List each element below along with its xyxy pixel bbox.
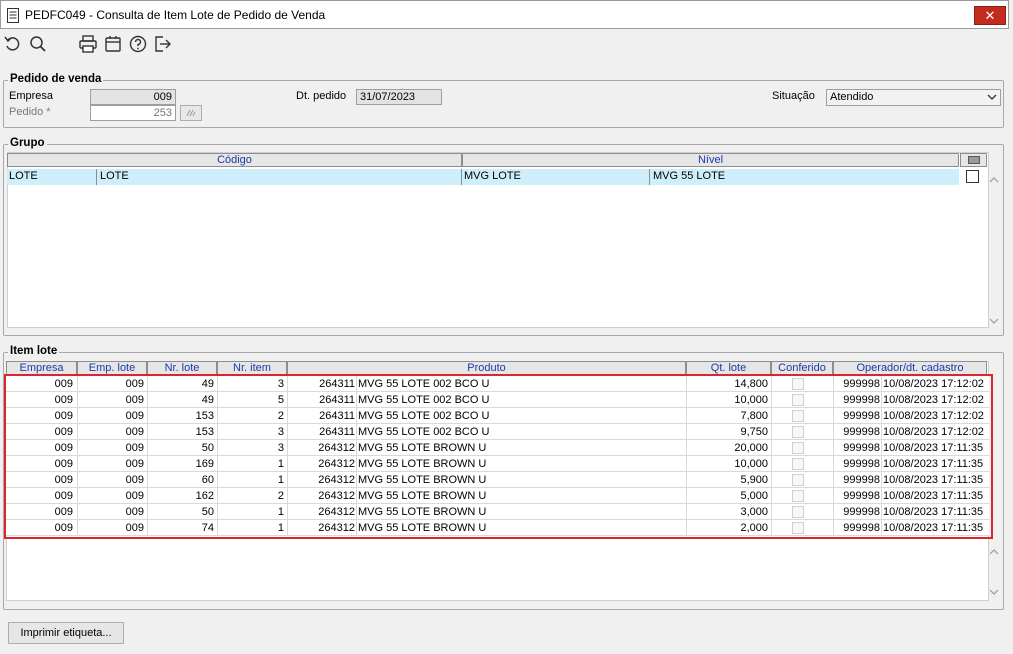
grupo-cell-descricao: LOTE — [100, 170, 129, 182]
undo-icon[interactable] — [3, 34, 23, 54]
header-emp-lote[interactable]: Emp. lote — [77, 361, 147, 375]
item-lote-group-label: Item lote — [8, 345, 60, 357]
dt-pedido-field[interactable]: 31/07/2023 — [356, 89, 442, 105]
chevron-down-icon — [987, 94, 997, 100]
select-all-icon — [968, 156, 980, 164]
scroll-up-icon[interactable] — [988, 174, 1000, 186]
header-empresa[interactable]: Empresa — [6, 361, 77, 375]
header-produto[interactable]: Produto — [287, 361, 686, 375]
exit-icon[interactable] — [153, 34, 173, 54]
scroll-up-icon[interactable] — [988, 546, 1000, 558]
header-nr-item[interactable]: Nr. item — [217, 361, 287, 375]
grupo-row-checkbox[interactable] — [966, 170, 979, 183]
grupo-group-label: Grupo — [8, 137, 47, 149]
lookup-button[interactable] — [180, 105, 202, 121]
grupo-cell-codigo: LOTE — [9, 170, 38, 182]
col-divider — [649, 169, 650, 185]
header-conferido[interactable]: Conferido — [771, 361, 833, 375]
situacao-select[interactable]: Atendido — [826, 89, 1001, 106]
grupo-cell-nivel-desc: MVG 55 LOTE — [653, 170, 726, 182]
print-icon[interactable] — [78, 34, 98, 54]
empresa-label: Empresa — [9, 90, 54, 102]
grupo-row[interactable]: LOTE LOTE MVG LOTE MVG 55 LOTE — [7, 169, 959, 185]
lookup-icon — [186, 109, 196, 117]
grupo-header-nivel[interactable]: Nível — [462, 153, 959, 167]
calendar-icon[interactable] — [103, 34, 123, 54]
empresa-field[interactable]: 009 — [90, 89, 176, 105]
pedido-field[interactable]: 253 — [90, 105, 176, 121]
situacao-value: Atendido — [830, 91, 874, 103]
dt-pedido-label: Dt. pedido — [296, 90, 347, 102]
grupo-header-codigo[interactable]: Código — [7, 153, 462, 167]
highlight-box — [4, 374, 993, 539]
help-icon[interactable] — [128, 34, 148, 54]
situacao-label: Situação — [772, 90, 815, 102]
pedido-group-label: Pedido de venda — [8, 73, 104, 85]
scroll-down-icon[interactable] — [988, 315, 1000, 327]
header-qt-lote[interactable]: Qt. lote — [686, 361, 771, 375]
header-nr-lote[interactable]: Nr. lote — [147, 361, 217, 375]
window-title: PEDFC049 - Consulta de Item Lote de Pedi… — [25, 8, 326, 22]
imprimir-etiqueta-button[interactable]: Imprimir etiqueta... — [8, 622, 124, 644]
document-icon — [7, 8, 19, 23]
pedido-label: Pedido * — [9, 106, 51, 118]
header-operador[interactable]: Operador/dt. cadastro — [833, 361, 987, 375]
scroll-down-icon[interactable] — [988, 586, 1000, 598]
grupo-header-select[interactable] — [960, 153, 987, 167]
title-bar: PEDFC049 - Consulta de Item Lote de Pedi… — [0, 0, 1009, 29]
col-divider — [461, 169, 462, 185]
search-icon[interactable] — [28, 34, 48, 54]
close-button[interactable]: ✕ — [974, 6, 1006, 25]
col-divider — [96, 169, 97, 185]
grupo-cell-nivel: MVG LOTE — [464, 170, 521, 182]
